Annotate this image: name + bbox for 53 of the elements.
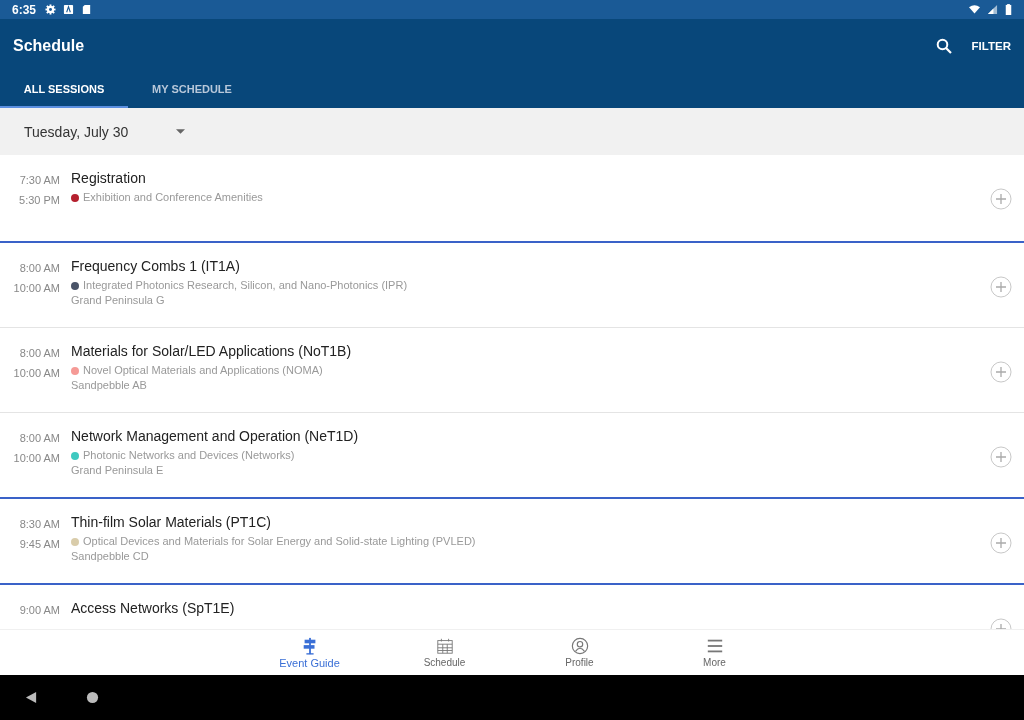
calendar-icon — [435, 637, 454, 655]
start-time: 9:00 AM — [19, 604, 60, 616]
add-icon[interactable] — [990, 446, 1012, 468]
add-icon[interactable] — [990, 532, 1012, 554]
tab[interactable]: MY SCHEDULE — [128, 72, 256, 108]
room-name: Grand Peninsula E — [71, 463, 165, 478]
menu-icon — [705, 637, 724, 655]
profile-icon — [570, 637, 589, 655]
start-time: 8:00 AM — [19, 262, 60, 274]
start-time: 8:00 AM — [19, 347, 60, 359]
track-name: Integrated Photonics Research, Silicon, and Nano-Photonics (IPR) — [83, 278, 408, 293]
session-title[interactable]: Registration — [71, 170, 990, 186]
session-title[interactable]: Frequency Combs 1 (IT1A) — [71, 258, 990, 274]
back-icon[interactable] — [25, 691, 38, 704]
session-title[interactable]: Thin-film Solar Materials (PT1C) — [71, 514, 990, 530]
clock: 6:35 — [12, 2, 37, 17]
filter-button[interactable]: FILTER — [971, 39, 1011, 52]
nav-tab[interactable]: Profile — [512, 630, 647, 675]
session-title[interactable]: Access Networks (SpT1E) — [71, 600, 990, 616]
wifi-icon — [969, 4, 980, 15]
add-icon[interactable] — [990, 188, 1012, 210]
track-name: Novel Optical Materials and Applications (NOMA) — [83, 363, 323, 378]
start-time: 8:00 AM — [19, 432, 60, 444]
nav-tab[interactable]: Schedule — [377, 630, 512, 675]
end-time: 9:45 AM — [19, 538, 60, 550]
end-time: 10:00 AM — [13, 282, 60, 294]
gear-icon — [45, 4, 57, 15]
nav-tab[interactable]: More — [647, 630, 782, 675]
room-name: Sandpebble AB — [71, 378, 148, 393]
battery-icon — [1005, 4, 1012, 15]
screen-title: Schedule — [13, 36, 86, 55]
add-icon[interactable] — [990, 276, 1012, 298]
square-icon — [63, 4, 75, 15]
start-time: 8:30 AM — [19, 518, 60, 530]
date-dropdown[interactable]: Tuesday, July 30 — [24, 123, 185, 140]
end-time: 10:00 AM — [13, 367, 60, 379]
start-time: 7:30 AM — [19, 174, 60, 186]
room-name: Grand Peninsula G — [71, 293, 166, 308]
end-time: 10:00 AM — [13, 452, 60, 464]
session-title[interactable]: Network Management and Operation (NeT1D) — [71, 428, 990, 444]
track-name: Photonic Networks and Devices (Networks) — [83, 448, 295, 463]
sd-card-icon — [81, 4, 93, 15]
session-title[interactable]: Materials for Solar/LED Applications (NoT1B) — [71, 343, 990, 359]
track-name: Optical Devices and Materials for Solar Energy and Solid-state Lighting (PVLED) — [83, 534, 476, 549]
signal-icon — [987, 4, 998, 15]
end-time: 5:30 PM — [19, 194, 60, 206]
add-icon[interactable] — [990, 361, 1012, 383]
nav-tab[interactable]: Event Guide — [242, 630, 377, 675]
track-name: Exhibition and Conference Amenities — [83, 190, 263, 205]
search-icon[interactable] — [935, 37, 952, 54]
caret-icon — [176, 129, 185, 134]
home-icon[interactable] — [86, 691, 99, 704]
room-name: Sandpebble CD — [71, 549, 150, 564]
